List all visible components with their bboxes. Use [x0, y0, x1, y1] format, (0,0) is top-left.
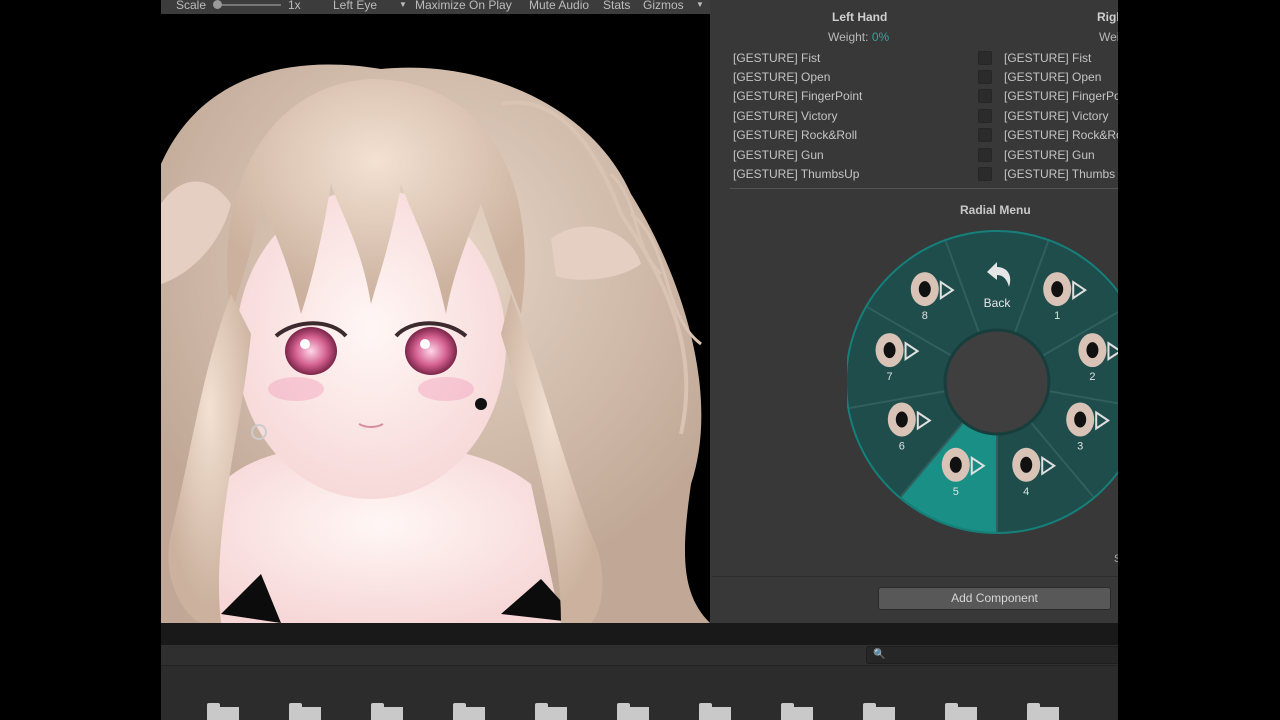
gizmos-button[interactable]: Gizmos [643, 0, 684, 11]
unity-editor: Scale 1x Left Eye ▼ Maximize On Play Mut… [161, 0, 1118, 720]
folder-icon[interactable] [699, 703, 731, 720]
left-gesture-open[interactable]: [GESTURE] Open [733, 70, 830, 84]
folder-icon[interactable] [945, 703, 977, 720]
scale-label: Scale [176, 0, 207, 12]
folder-icon[interactable] [863, 703, 895, 720]
scale-value: 1x [288, 0, 301, 12]
inspector-divider [712, 576, 1118, 577]
back-label: Back [984, 296, 1012, 310]
gizmos-dropdown-arrow-icon[interactable]: ▼ [696, 0, 704, 10]
section-divider [730, 188, 1118, 189]
left-hand-weight: Weight: 0% [828, 30, 889, 44]
left-weight-label: Weight: [828, 30, 869, 44]
radial-menu-title: Radial Menu [960, 203, 1031, 217]
gesture-checkbox[interactable] [978, 70, 992, 84]
thumbnail-silhouette-icon [895, 411, 908, 428]
gesture-checkbox[interactable] [978, 148, 992, 162]
right-gesture-rockroll[interactable]: [GESTURE] Rock&Ro [1004, 128, 1118, 142]
gesture-checkbox[interactable] [978, 109, 992, 123]
gesture-checkbox[interactable] [978, 167, 992, 181]
inspector-panel: Left Hand Weight: 0% Righ Wei [GESTURE] … [712, 0, 1118, 623]
search-icon: 🔍 [873, 649, 886, 660]
scale-slider-knob[interactable] [213, 0, 222, 9]
right-gesture-thumbsup[interactable]: [GESTURE] Thumbs [1004, 167, 1115, 181]
project-search-input[interactable]: 🔍 [866, 646, 1118, 664]
thumbnail-silhouette-icon [1051, 281, 1064, 298]
game-view-toolbar: Scale 1x Left Eye ▼ Maximize On Play Mut… [161, 0, 710, 14]
left-gesture-fingerpoint[interactable]: [GESTURE] FingerPoint [733, 89, 862, 103]
folder-icon[interactable] [453, 703, 485, 720]
left-gesture-thumbsup[interactable]: [GESTURE] ThumbsUp [733, 167, 859, 181]
left-weight-value: 0% [871, 30, 890, 44]
right-gesture-gun[interactable]: [GESTURE] Gun [1004, 148, 1095, 162]
left-gesture-fist[interactable]: [GESTURE] Fist [733, 51, 820, 65]
thumbnail-silhouette-icon [1020, 456, 1033, 473]
left-hand-title: Left Hand [832, 10, 888, 24]
left-gesture-gun[interactable]: [GESTURE] Gun [733, 148, 824, 162]
left-gesture-rockroll[interactable]: [GESTURE] Rock&Roll [733, 128, 857, 142]
radial-slot-label: 6 [899, 441, 905, 453]
folder-icon[interactable] [207, 703, 239, 720]
panel-divider [161, 623, 1118, 645]
radial-slot-label: 8 [922, 310, 928, 322]
radial-slot-label: 1 [1054, 310, 1060, 322]
thumbnail-silhouette-icon [949, 456, 962, 473]
mute-audio-toggle[interactable]: Mute Audio [529, 0, 589, 11]
radial-menu[interactable]: Back 1 2 3 4 5 6 7 8 [847, 229, 1118, 535]
gesture-checkbox[interactable] [978, 51, 992, 65]
folder-icon[interactable] [289, 703, 321, 720]
radial-slot-label: 5 [953, 486, 959, 498]
right-gesture-fist[interactable]: [GESTURE] Fist [1004, 51, 1091, 65]
scale-slider[interactable] [217, 4, 281, 6]
gesture-checkbox[interactable] [978, 89, 992, 103]
truncated-side-label: S [1114, 553, 1118, 565]
gesture-checkbox[interactable] [978, 128, 992, 142]
right-gesture-open[interactable]: [GESTURE] Open [1004, 70, 1101, 84]
right-gesture-victory[interactable]: [GESTURE] Victory [1004, 109, 1108, 123]
right-weight-label: Wei [1099, 30, 1118, 44]
eye-dropdown-arrow-icon[interactable]: ▼ [399, 0, 407, 10]
radial-slot-label: 7 [887, 371, 893, 383]
radial-slot-label: 3 [1077, 441, 1083, 453]
radial-center [943, 328, 1051, 436]
stats-toggle[interactable]: Stats [603, 0, 630, 11]
thumbnail-silhouette-icon [883, 342, 896, 359]
folder-icon[interactable] [617, 703, 649, 720]
right-gesture-fingerpoint[interactable]: [GESTURE] FingerPo [1004, 89, 1118, 103]
radial-slot-label: 4 [1023, 486, 1029, 498]
right-hand-title: Righ [1097, 10, 1118, 24]
thumbnail-silhouette-icon [1074, 411, 1087, 428]
game-view[interactable] [161, 14, 710, 623]
folder-icon[interactable] [371, 703, 403, 720]
radial-slot-label: 2 [1089, 371, 1095, 383]
folder-icon[interactable] [535, 703, 567, 720]
thumbnail-silhouette-icon [918, 281, 931, 298]
avatar-render [161, 64, 710, 623]
folder-icon[interactable] [1027, 703, 1059, 720]
maximize-on-play-toggle[interactable]: Maximize On Play [415, 0, 512, 11]
thumbnail-silhouette-icon [1086, 342, 1099, 359]
folder-icon[interactable] [781, 703, 813, 720]
right-hand-weight: Wei [1099, 30, 1118, 44]
add-component-button[interactable]: Add Component [878, 587, 1111, 610]
left-gesture-victory[interactable]: [GESTURE] Victory [733, 109, 837, 123]
eye-dropdown[interactable]: Left Eye [333, 0, 377, 11]
